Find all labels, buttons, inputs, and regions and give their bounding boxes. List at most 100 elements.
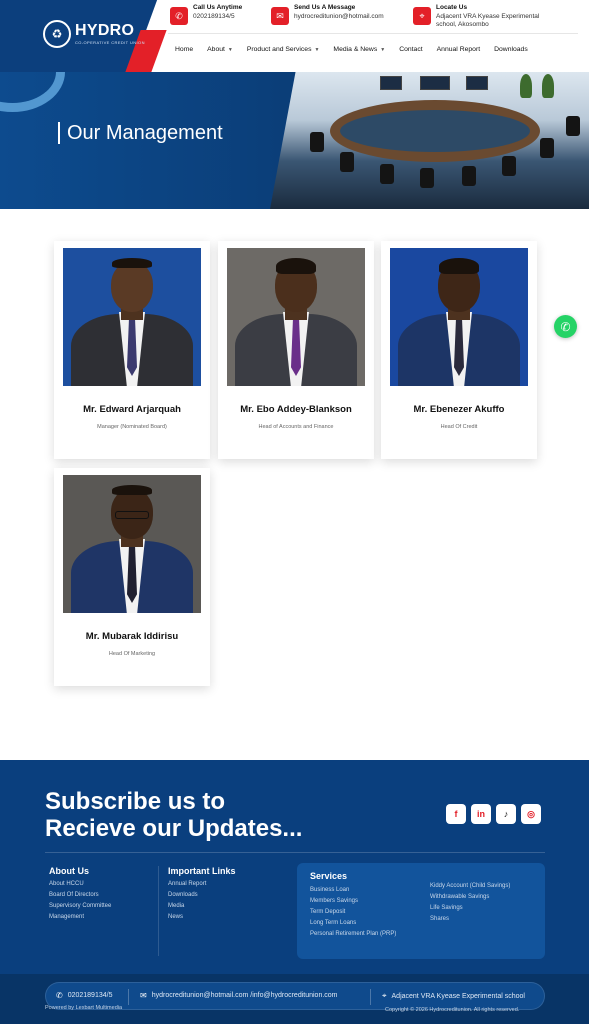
- photo-hair: [276, 258, 316, 274]
- footer-phone[interactable]: ✆ 0202189134/5: [56, 991, 112, 1000]
- member-role: Manager (Nominated Board): [97, 424, 167, 430]
- service-link[interactable]: Withdrawable Savings: [430, 894, 510, 900]
- footer-link[interactable]: Management: [49, 914, 111, 920]
- service-link[interactable]: Personal Retirement Plan (PRP): [310, 931, 396, 937]
- team-card[interactable]: Mr. Edward Arjarquah Manager (Nominated …: [54, 241, 210, 459]
- location-icon: ⌖: [413, 7, 431, 25]
- main-nav: Home About ▼ Product and Services ▼ Media …: [175, 46, 542, 53]
- powered-by[interactable]: Powered by Lexbart Multimedia: [45, 1005, 122, 1011]
- boardroom-chair: [462, 166, 476, 186]
- team-card[interactable]: Mr. Mubarak Iddirisu Head Of Marketing: [54, 468, 210, 686]
- member-role: Head of Accounts and Finance: [258, 424, 334, 430]
- footer-link[interactable]: Media: [168, 903, 236, 909]
- subscribe-line-2: Recieve our Updates...: [45, 815, 303, 842]
- facebook-icon[interactable]: f: [446, 804, 466, 824]
- contact-phone-value[interactable]: 0202189134/5: [193, 13, 242, 21]
- tiktok-icon[interactable]: ♪: [496, 804, 516, 824]
- boardroom-screen: [420, 76, 450, 90]
- mail-icon: ✉: [271, 7, 289, 25]
- contact-email-title: Send Us A Message: [294, 4, 356, 11]
- nav-about-label: About: [207, 46, 225, 53]
- nav-contact-label: Contact: [399, 46, 423, 53]
- nav-contact[interactable]: Contact: [399, 46, 422, 53]
- service-link[interactable]: Business Loan: [310, 887, 396, 893]
- footer-link[interactable]: News: [168, 914, 236, 920]
- page-banner: Our Management: [0, 72, 589, 209]
- member-role: Head Of Credit: [440, 424, 478, 430]
- linkedin-icon[interactable]: in: [471, 804, 491, 824]
- boardroom-chair: [380, 164, 394, 184]
- nav-home[interactable]: Home: [175, 46, 193, 53]
- photo-head: [111, 262, 153, 312]
- service-link[interactable]: Term Deposit: [310, 909, 396, 915]
- member-photo: [390, 248, 528, 386]
- contact-email: ✉ Send Us A Message hydrocreditunion@hot…: [271, 4, 384, 25]
- contact-location-title: Locate Us: [436, 4, 468, 11]
- member-photo: [63, 248, 201, 386]
- social-links: f in ♪ ◎: [446, 804, 546, 824]
- nav-product-services-label: Product and Services: [246, 46, 312, 53]
- service-link[interactable]: Long Term Loans: [310, 920, 396, 926]
- footer-bottom-bar: ✆ 0202189134/5 ✉ hydrocreditunion@hotmai…: [0, 974, 589, 1024]
- boardroom-chair: [502, 156, 516, 176]
- member-photo: [227, 248, 365, 386]
- services-list-right: Kiddy Account (Child Savings) Withdrawab…: [430, 883, 510, 927]
- services-list-left: Business Loan Members Savings Term Depos…: [310, 887, 396, 942]
- footer-email-text: hydrocreditunion@hotmail.com /info@hydro…: [151, 992, 338, 999]
- chevron-down-icon: ▼: [380, 46, 386, 53]
- boardroom-screen: [380, 76, 402, 90]
- contact-email-value[interactable]: hydrocreditunion@hotmail.com: [294, 13, 384, 21]
- boardroom-table: [330, 100, 540, 162]
- nav-media-news[interactable]: Media & News ▼: [333, 46, 385, 53]
- logo-text[interactable]: HYDRO: [75, 22, 134, 40]
- team-card[interactable]: Mr. Ebo Addey-Blankson Head of Accounts …: [218, 241, 374, 459]
- contact-phone-title: Call Us Anytime: [193, 4, 243, 11]
- footer-column-divider: [158, 866, 159, 956]
- member-role: Head Of Marketing: [108, 651, 156, 657]
- footer-email[interactable]: ✉ hydrocreditunion@hotmail.com /info@hyd…: [140, 991, 338, 1000]
- contact-location-value: Adjacent VRA Kyease Experimental school,…: [436, 13, 540, 29]
- footer-link[interactable]: Board Of Directors: [49, 892, 111, 898]
- contact-location: ⌖ Locate Us Adjacent VRA Kyease Experime…: [413, 4, 554, 29]
- footer-link[interactable]: Annual Report: [168, 881, 236, 887]
- chevron-down-icon: ▼: [227, 46, 233, 53]
- footer-link[interactable]: Downloads: [168, 892, 236, 898]
- nav-product-services[interactable]: Product and Services ▼: [247, 46, 320, 53]
- contact-bar-divider: [370, 989, 371, 1005]
- footer-about-column: About Us About HCCU Board Of Directors S…: [49, 866, 111, 925]
- service-link[interactable]: Life Savings: [430, 905, 510, 911]
- boardroom-plant: [520, 74, 532, 98]
- team-card[interactable]: Mr. Ebenezer Akuffo Head Of Credit: [381, 241, 537, 459]
- footer-link[interactable]: Supervisory Committee: [49, 903, 111, 909]
- footer-links-column: Important Links Annual Report Downloads …: [168, 866, 236, 925]
- nav-media-news-label: Media & News: [333, 46, 378, 53]
- logo-emblem-icon[interactable]: ♻: [43, 20, 71, 48]
- nav-annual-report[interactable]: Annual Report: [437, 46, 480, 53]
- site-footer: Subscribe us to Recieve our Updates... f…: [0, 760, 589, 1024]
- page-title: Our Management: [58, 122, 223, 144]
- member-name: Mr. Ebo Addey-Blankson: [240, 404, 352, 415]
- service-link[interactable]: Shares: [430, 916, 510, 922]
- banner-decor-arc: [0, 72, 65, 112]
- member-name: Mr. Ebenezer Akuffo: [413, 404, 505, 415]
- member-name: Mr. Edward Arjarquah: [83, 404, 181, 415]
- footer-links-heading: Important Links: [168, 866, 236, 876]
- contact-bar-divider: [128, 989, 129, 1005]
- nav-downloads[interactable]: Downloads: [494, 46, 528, 53]
- photo-hair: [439, 258, 479, 274]
- nav-about[interactable]: About ▼: [207, 46, 233, 53]
- footer-link[interactable]: About HCCU: [49, 881, 111, 887]
- instagram-icon[interactable]: ◎: [521, 804, 541, 824]
- member-photo: [63, 475, 201, 613]
- nav-home-label: Home: [175, 46, 194, 53]
- member-name: Mr. Mubarak Iddirisu: [85, 631, 179, 642]
- photo-hair: [112, 485, 152, 495]
- photo-hair: [112, 258, 152, 268]
- service-link[interactable]: Members Savings: [310, 898, 396, 904]
- boardroom-chair: [566, 116, 580, 136]
- service-link[interactable]: Kiddy Account (Child Savings): [430, 883, 510, 889]
- boardroom-chair: [340, 152, 354, 172]
- phone-icon: ✆: [170, 7, 188, 25]
- whatsapp-icon[interactable]: ✆: [554, 315, 577, 338]
- footer-about-heading: About Us: [49, 866, 89, 876]
